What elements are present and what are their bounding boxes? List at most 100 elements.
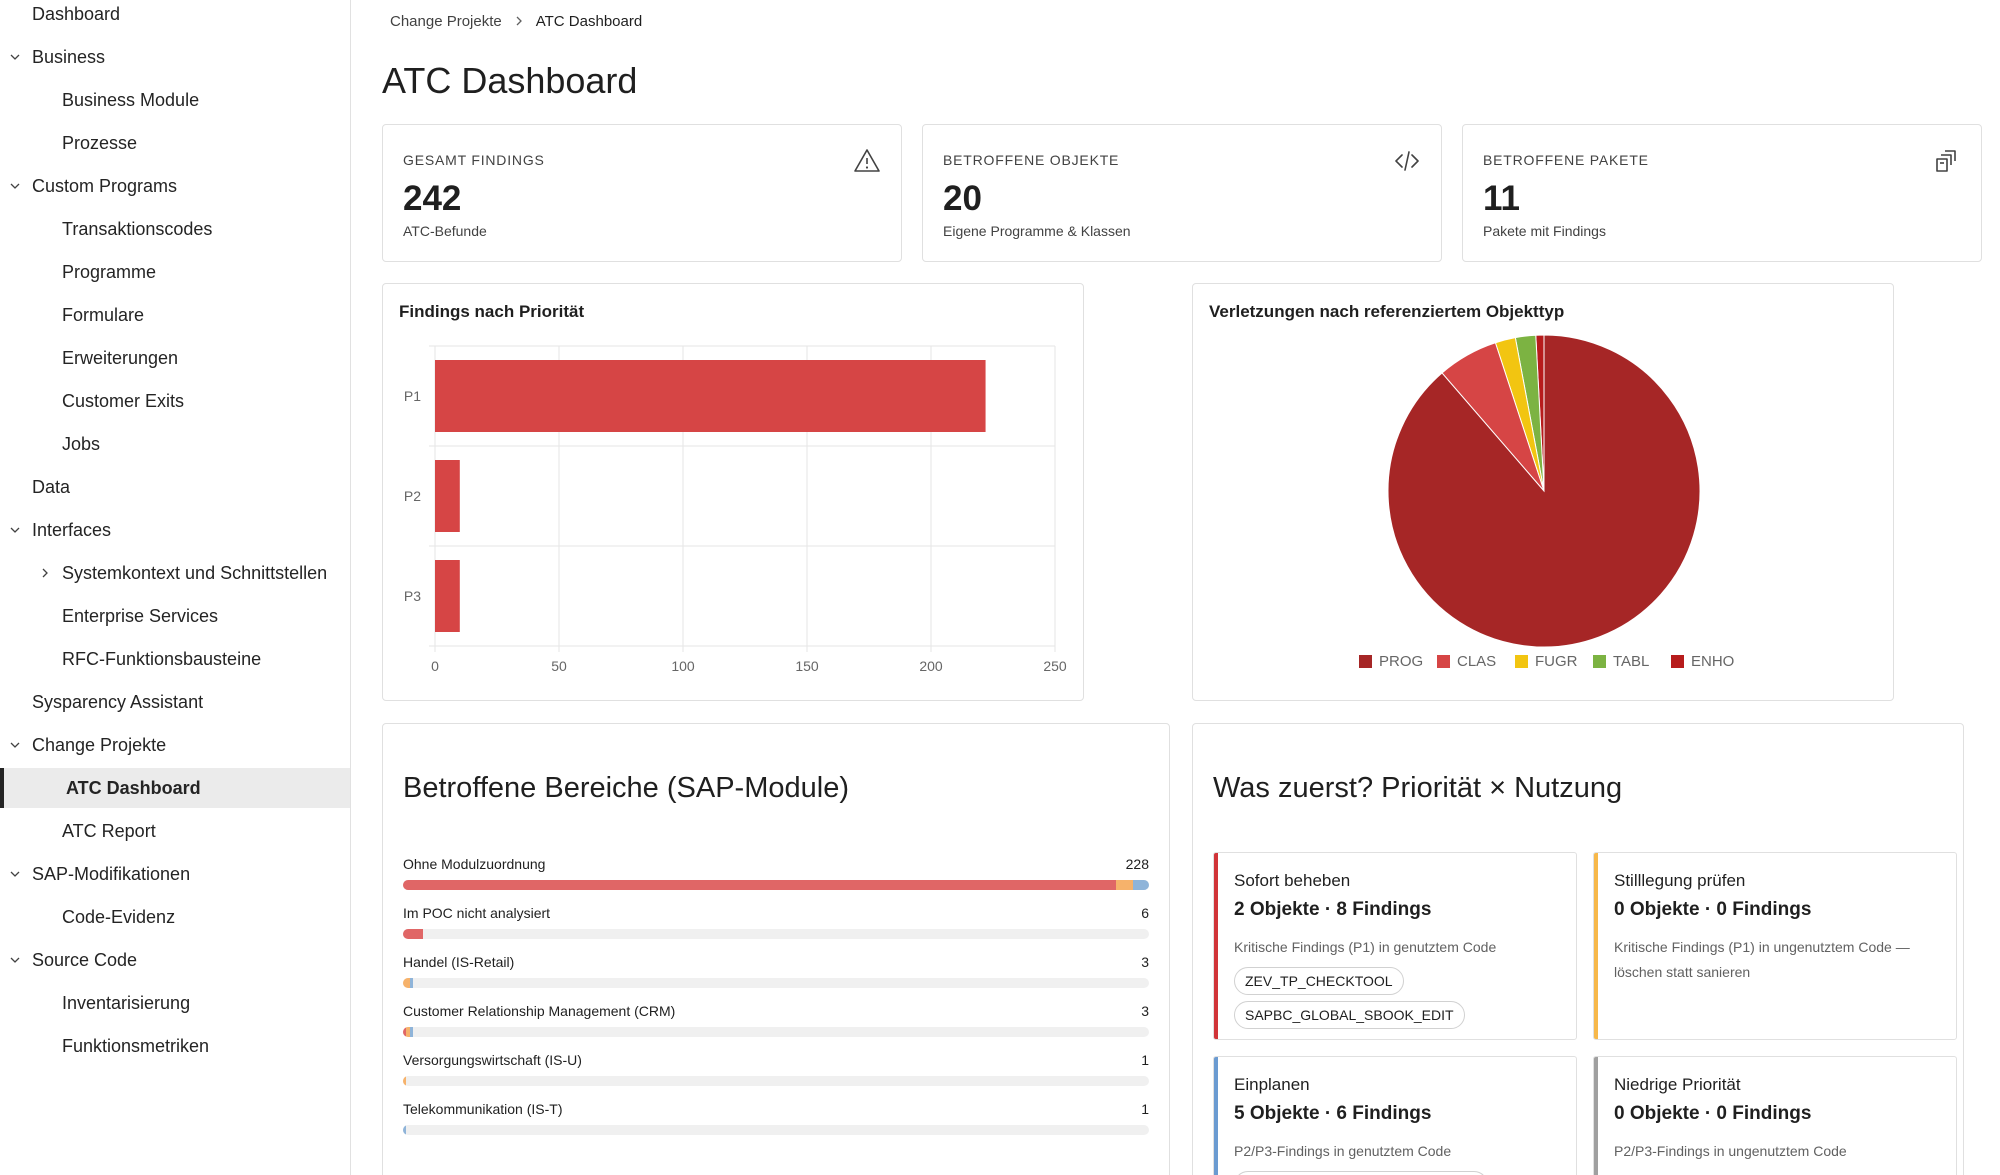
- sidebar-item-label: Programme: [62, 261, 157, 282]
- priority-title: Niedrige Priorität: [1614, 1075, 1741, 1094]
- sidebar-item-change-projekte[interactable]: Change Projekte: [0, 725, 350, 765]
- sidebar-item-label: Dashboard: [32, 3, 121, 24]
- kpi-value: 20: [943, 179, 982, 218]
- sidebar-item-label: Erweiterungen: [62, 347, 179, 368]
- sidebar-item-source-code[interactable]: Source Code: [0, 940, 350, 980]
- x-tick-label: 200: [919, 658, 943, 674]
- sidebar-item-atc-dashboard[interactable]: ATC Dashboard: [0, 768, 350, 808]
- priority-accent-bar: [1594, 853, 1598, 1039]
- legend-label[interactable]: ENHO: [1691, 653, 1734, 670]
- sidebar-item-sysparency-assistant[interactable]: Sysparency Assistant: [0, 682, 350, 722]
- legend-swatch: [1671, 655, 1684, 668]
- sidebar-item-business[interactable]: Business: [0, 37, 350, 77]
- bar-p1[interactable]: [435, 360, 986, 432]
- module-bar-track: [403, 978, 1149, 988]
- sidebar-item-customer-exits[interactable]: Customer Exits: [0, 381, 350, 421]
- sidebar-item-label: Enterprise Services: [62, 605, 219, 626]
- chevron-down-icon[interactable]: [8, 953, 22, 967]
- bar-p3[interactable]: [435, 560, 460, 632]
- module-count: 1: [1141, 1052, 1149, 1068]
- kpi-label: BETROFFENE PAKETE: [1483, 152, 1649, 168]
- sidebar-item-data[interactable]: Data: [0, 467, 350, 507]
- sidebar-item-sap-modifikationen[interactable]: SAP-Modifikationen: [0, 854, 350, 894]
- chevron-down-icon[interactable]: [8, 867, 22, 881]
- sidebar-item-formulare[interactable]: Formulare: [0, 295, 350, 335]
- sidebar-item-label: ATC Dashboard: [66, 777, 201, 798]
- priority-card: Was zuerst? Priorität × Nutzung Sofort b…: [1192, 723, 1964, 1175]
- object-chip[interactable]: SAPBC_GLOBAL_SBOOK_EDIT: [1234, 1001, 1465, 1029]
- chevron-right-icon: [514, 16, 524, 26]
- sidebar-item-programme[interactable]: Programme: [0, 252, 350, 292]
- priority-description: Kritische Findings (P1) in genutztem Cod…: [1234, 939, 1497, 955]
- sidebar-item-funktionsmetriken[interactable]: Funktionsmetriken: [0, 1026, 350, 1066]
- code-icon: [1395, 151, 1419, 171]
- kpi-subtitle: Pakete mit Findings: [1483, 223, 1606, 239]
- chevron-down-icon[interactable]: [8, 738, 22, 752]
- sidebar-item-dashboard[interactable]: Dashboard: [0, 0, 350, 34]
- module-bar-segment: [403, 880, 1117, 890]
- legend-label[interactable]: FUGR: [1535, 653, 1578, 670]
- priority-quadrant-card[interactable]: Stilllegung prüfen 0 Objekte · 0 Findings…: [1593, 852, 1957, 1040]
- kpi-subtitle: Eigene Programme & Klassen: [943, 223, 1131, 239]
- module-name: Telekommunikation (IS-T): [403, 1101, 563, 1117]
- y-tick-label: P1: [404, 388, 421, 404]
- sidebar-item-label: Business Module: [62, 89, 200, 110]
- priority-quadrant-card[interactable]: Einplanen 5 Objekte · 6 Findings P2/P3-Fin…: [1213, 1056, 1577, 1175]
- sidebar-item-code-evidenz[interactable]: Code-Evidenz: [0, 897, 350, 937]
- sidebar-item-erweiterungen[interactable]: Erweiterungen: [0, 338, 350, 378]
- module-row: Ohne Modulzuordnung 228: [403, 856, 1149, 900]
- priority-quadrant-card[interactable]: Niedrige Priorität 0 Objekte · 0 Findings…: [1593, 1056, 1957, 1175]
- priority-stats: 2 Objekte · 8 Findings: [1234, 899, 1432, 920]
- module-count: 1: [1141, 1101, 1149, 1117]
- legend-label[interactable]: CLAS: [1457, 653, 1496, 670]
- chevron-down-icon[interactable]: [8, 50, 22, 64]
- sidebar-item-transaktionscodes[interactable]: Transaktionscodes: [0, 209, 350, 249]
- x-tick-label: 0: [431, 658, 439, 674]
- priority-stats: 5 Objekte · 6 Findings: [1234, 1103, 1432, 1124]
- legend-label[interactable]: TABL: [1613, 653, 1649, 670]
- sidebar-item-inventarisierung[interactable]: Inventarisierung: [0, 983, 350, 1023]
- priority-stats: 0 Objekte · 0 Findings: [1614, 1103, 1812, 1124]
- sidebar-item-interfaces[interactable]: Interfaces: [0, 510, 350, 550]
- sidebar-item-label: SAP-Modifikationen: [32, 863, 191, 884]
- sidebar-item-label: Source Code: [32, 949, 138, 970]
- sidebar-item-label: ATC Report: [62, 820, 156, 841]
- kpi-card-affected-objects: BETROFFENE OBJEKTE 20 Eigene Programme &…: [922, 124, 1442, 262]
- sidebar-item-prozesse[interactable]: Prozesse: [0, 123, 350, 163]
- module-bar-track: [403, 1076, 1149, 1086]
- pie-chart: PROG CLAS FUGR TABL ENHO: [1359, 334, 1734, 670]
- module-row: Im POC nicht analysiert 6: [403, 905, 1149, 949]
- chevron-down-icon[interactable]: [8, 523, 22, 537]
- chevron-right-icon[interactable]: [38, 566, 52, 580]
- chevron-down-icon[interactable]: [8, 179, 22, 193]
- priority-description: P2/P3-Findings in ungenutztem Code: [1614, 1143, 1847, 1159]
- sidebar-item-business-module[interactable]: Business Module: [0, 80, 350, 120]
- legend-label[interactable]: PROG: [1379, 653, 1423, 670]
- sidebar-item-atc-report[interactable]: ATC Report: [0, 811, 350, 851]
- pie-slice-prog[interactable]: [1387, 334, 1701, 648]
- module-bar-track: [403, 929, 1149, 939]
- module-row: Customer Relationship Management (CRM) 3: [403, 1003, 1149, 1047]
- module-count: 3: [1141, 1003, 1149, 1019]
- module-bar-segment: [403, 1125, 407, 1135]
- module-bar-track: [403, 1027, 1149, 1037]
- breadcrumb-parent[interactable]: Change Projekte: [390, 13, 502, 30]
- object-chip[interactable]: ZEV_TP_CHECKTOOL: [1234, 967, 1404, 995]
- sidebar-item-jobs[interactable]: Jobs: [0, 424, 350, 464]
- breadcrumb-current: ATC Dashboard: [535, 12, 643, 30]
- priority-description: P2/P3-Findings in genutztem Code: [1234, 1143, 1452, 1159]
- sidebar-item-custom-programs[interactable]: Custom Programs: [0, 166, 350, 206]
- sidebar-item-rfc-funktionsbausteine[interactable]: RFC-Funktionsbausteine: [0, 639, 350, 679]
- y-tick-label: P2: [404, 488, 421, 504]
- x-tick-label: 50: [551, 658, 567, 674]
- module-bar-track: [403, 1125, 1149, 1135]
- priority-description: Kritische Findings (P1) in ungenutztem C…: [1614, 939, 1910, 980]
- kpi-label: BETROFFENE OBJEKTE: [943, 152, 1120, 168]
- sidebar-item-label: Sysparency Assistant: [32, 691, 204, 712]
- priority-quadrant-card[interactable]: Sofort beheben 2 Objekte · 8 Findings Krit…: [1213, 852, 1577, 1040]
- sidebar-item-systemkontext-und-schnittstellen[interactable]: Systemkontext und Schnittstellen: [0, 553, 350, 593]
- object-chip[interactable]: SAPBC_GLOBAL_SBOOK_CREATE: [1234, 1171, 1489, 1175]
- sidebar-item-enterprise-services[interactable]: Enterprise Services: [0, 596, 350, 636]
- x-tick-label: 150: [795, 658, 819, 674]
- bar-p2[interactable]: [435, 460, 460, 532]
